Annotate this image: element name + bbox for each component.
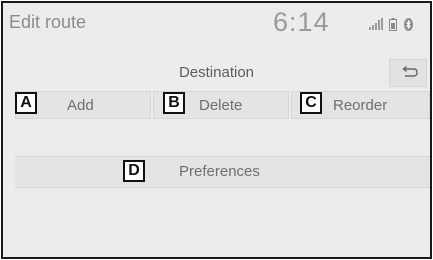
back-arrow-icon: [402, 65, 418, 77]
back-button[interactable]: [389, 59, 427, 87]
callout-b: B: [163, 92, 185, 114]
status-bar: Edit route 6:14: [3, 3, 430, 45]
screen-frame: Edit route 6:14 Destination A Add B Dele…: [1, 1, 432, 259]
callout-d: D: [123, 160, 145, 182]
delete-label: Delete: [199, 97, 243, 114]
callout-a: A: [15, 92, 37, 114]
reorder-label: Reorder: [333, 97, 388, 114]
preferences-label: Preferences: [179, 163, 260, 180]
bluetooth-icon: [404, 18, 413, 31]
clock: 6:14: [273, 7, 330, 37]
section-title: Destination: [178, 64, 255, 81]
signal-strength-icon: [369, 18, 383, 30]
battery-icon: [389, 18, 397, 31]
callout-c: C: [300, 92, 322, 114]
screen-title: Edit route: [9, 12, 87, 32]
add-label: Add: [67, 97, 94, 114]
